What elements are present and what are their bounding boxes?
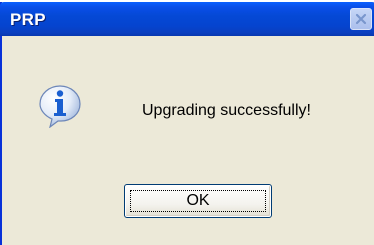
title-bar[interactable]: PRP <box>0 2 374 36</box>
message-dialog: PRP Upgrading successfully! OK <box>0 2 374 245</box>
ok-button-label: OK <box>186 192 210 209</box>
ok-button[interactable]: OK <box>124 184 272 218</box>
dialog-message: Upgrading successfully! <box>142 102 311 119</box>
info-icon <box>39 85 81 128</box>
close-button[interactable] <box>350 8 372 30</box>
window-title: PRP <box>10 10 46 29</box>
close-icon <box>355 13 367 25</box>
